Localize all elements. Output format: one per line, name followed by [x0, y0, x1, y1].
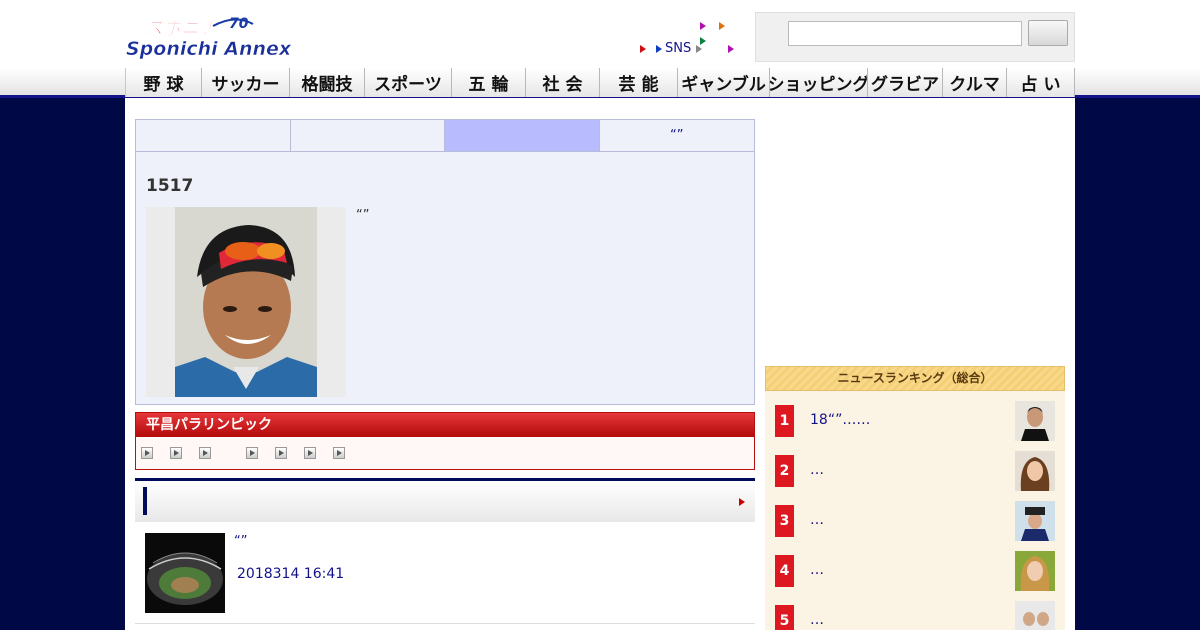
top-links: SNS [625, 15, 750, 63]
article-caption: “” [356, 208, 370, 223]
nav-shopping[interactable]: ショッピング [769, 68, 867, 97]
rank-title[interactable]: … [810, 462, 824, 478]
rank-thumbnail[interactable] [1015, 551, 1055, 591]
rank-number: 1 [775, 405, 794, 437]
news-thumbnail[interactable] [145, 533, 225, 613]
top-link-arrow-1[interactable] [700, 22, 706, 30]
rank-number: 3 [775, 505, 794, 537]
ranking-heading: ニュースランキング（総合） [765, 366, 1065, 391]
top-link-arrow-4[interactable] [640, 44, 646, 53]
nav-fortune[interactable]: 占 い [1006, 68, 1075, 97]
paralympic-link-icon[interactable] [304, 447, 316, 459]
top-link-arrow-6[interactable] [728, 44, 735, 53]
ranking-item[interactable]: 4 … [775, 551, 1055, 591]
news-section-header [135, 478, 755, 522]
paralympic-link-icon[interactable] [333, 447, 345, 459]
article-tab-3[interactable] [445, 120, 600, 151]
paralympic-links [141, 447, 362, 459]
paralympic-link-icon[interactable] [246, 447, 258, 459]
ranking-item[interactable]: 2 … [775, 451, 1055, 491]
rank-title[interactable]: … [810, 612, 824, 628]
rank-title[interactable]: … [810, 562, 824, 578]
section-marker [143, 487, 147, 515]
article-photo[interactable] [175, 207, 317, 397]
paralympic-link-icon[interactable] [275, 447, 287, 459]
paralympic-box: 平昌パラリンピック [135, 412, 755, 470]
nav-gravure[interactable]: グラビア [867, 68, 942, 97]
news-ranking: ニュースランキング（総合） 1 18“”…… 2 … 3 … 4 … 5 … [765, 366, 1065, 630]
article-tab-1[interactable] [136, 120, 291, 151]
content-area: “” 1517 “” 平昌パラリンピック “” 2018314 16:41 ニュ… [125, 98, 1075, 630]
paralympic-link-icon[interactable] [199, 447, 211, 459]
svg-text:70: 70 [229, 16, 249, 32]
nav-gambling[interactable]: ギャンブル [677, 68, 769, 97]
rank-title[interactable]: … [810, 512, 824, 528]
site-logo[interactable]: スポニチ 70 Sponichi Annex [125, 12, 320, 62]
article-photo-frame [146, 207, 346, 397]
rank-thumbnail[interactable] [1015, 401, 1055, 441]
nav-olympics[interactable]: 五 輪 [451, 68, 525, 97]
news-item-date: 2018314 16:41 [237, 566, 345, 582]
nav-soccer[interactable]: サッカー [201, 68, 289, 97]
search-area [755, 12, 1075, 62]
svg-text:スポニチ: スポニチ [145, 18, 218, 39]
paralympic-link-icon[interactable] [170, 447, 182, 459]
sns-link[interactable]: SNS [665, 41, 691, 56]
article-box: “” 1517 “” [135, 119, 755, 405]
search-input[interactable] [788, 21, 1022, 46]
search-button[interactable] [1028, 20, 1068, 46]
nav-baseball[interactable]: 野 球 [125, 68, 201, 97]
paralympic-link-icon[interactable] [141, 447, 153, 459]
ranking-item[interactable]: 3 … [775, 501, 1055, 541]
rank-thumbnail[interactable] [1015, 451, 1055, 491]
rank-title[interactable]: 18“”…… [810, 412, 870, 428]
rank-thumbnail[interactable] [1015, 501, 1055, 541]
main-nav: 野 球 サッカー 格闘技 スポーツ 五 輪 社 会 芸 能 ギャンブル ショッピ… [125, 68, 1075, 98]
ranking-item[interactable]: 1 18“”…… [775, 401, 1055, 441]
article-tabs: “” [136, 120, 754, 152]
nav-cars[interactable]: クルマ [942, 68, 1006, 97]
article-tab-2[interactable] [290, 120, 445, 151]
rank-number: 5 [775, 605, 794, 630]
nav-martial-arts[interactable]: 格闘技 [289, 68, 364, 97]
rank-number: 2 [775, 455, 794, 487]
article-tab-4[interactable]: “” [599, 120, 754, 151]
rank-thumbnail[interactable] [1015, 601, 1055, 630]
more-arrow-icon[interactable] [739, 498, 745, 506]
rank-number: 4 [775, 555, 794, 587]
top-link-arrow-5[interactable] [696, 44, 703, 53]
article-title: 1517 [146, 176, 194, 196]
page-container: スポニチ 70 Sponichi Annex SNS 野 球 サッカー 格闘技 [125, 0, 1075, 630]
news-item-title[interactable]: “” [234, 534, 247, 549]
sns-arrow-icon [656, 44, 662, 53]
news-list-item[interactable]: “” 2018314 16:41 [135, 532, 755, 624]
top-link-arrow-2[interactable] [719, 22, 726, 30]
nav-sports[interactable]: スポーツ [364, 68, 451, 97]
nav-entertainment[interactable]: 芸 能 [599, 68, 677, 97]
paralympic-heading[interactable]: 平昌パラリンピック [136, 413, 754, 437]
svg-text:Sponichi Annex: Sponichi Annex [126, 38, 292, 60]
ranking-item[interactable]: 5 … [775, 601, 1055, 630]
nav-society[interactable]: 社 会 [525, 68, 599, 97]
